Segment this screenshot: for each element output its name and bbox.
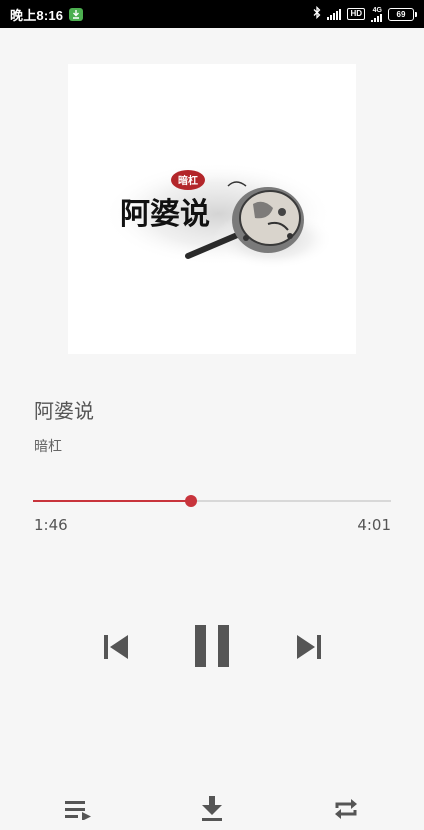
pause-icon bbox=[195, 625, 229, 667]
pause-button[interactable] bbox=[188, 620, 236, 672]
seek-bar[interactable] bbox=[33, 492, 391, 510]
status-bar: 晚上8:16 HD 4G 69 bbox=[0, 0, 424, 28]
cover-seal: 暗杠 bbox=[171, 170, 205, 190]
cover-title: 阿婆说 bbox=[120, 197, 210, 232]
signal-strength-icon bbox=[327, 8, 342, 20]
album-art: 阿婆说 暗杠 bbox=[68, 64, 356, 354]
previous-button[interactable] bbox=[96, 626, 136, 668]
song-title: 阿婆说 bbox=[34, 399, 94, 423]
status-time: 晚上8:16 bbox=[10, 7, 64, 23]
bluetooth-icon bbox=[313, 5, 321, 23]
repeat-button[interactable] bbox=[328, 792, 364, 826]
battery-level: 69 bbox=[396, 9, 406, 19]
network-type: 4G bbox=[372, 6, 382, 14]
hd-badge: HD bbox=[347, 8, 365, 20]
download-button[interactable] bbox=[194, 792, 230, 826]
artist-name[interactable]: 暗杠 bbox=[34, 436, 62, 456]
playlist-button[interactable] bbox=[60, 792, 96, 826]
skip-next-icon bbox=[297, 635, 321, 659]
current-time: 1:46 bbox=[34, 516, 68, 534]
battery-icon: 69 bbox=[388, 7, 417, 21]
total-time: 4:01 bbox=[357, 516, 391, 534]
next-button[interactable] bbox=[289, 626, 329, 668]
album-cover[interactable]: 阿婆说 暗杠 bbox=[68, 64, 356, 354]
seek-progress bbox=[33, 500, 191, 502]
cover-seal-text: 暗杠 bbox=[178, 174, 198, 187]
skip-previous-icon bbox=[104, 635, 128, 659]
seek-thumb[interactable] bbox=[184, 495, 197, 507]
repeat-icon bbox=[335, 799, 357, 819]
mobile-data-indicator: 4G bbox=[371, 7, 382, 22]
mobile-signal-icon bbox=[371, 13, 382, 22]
download-icon bbox=[202, 796, 222, 821]
download-notification-icon bbox=[69, 7, 84, 21]
playlist-icon bbox=[65, 801, 91, 820]
